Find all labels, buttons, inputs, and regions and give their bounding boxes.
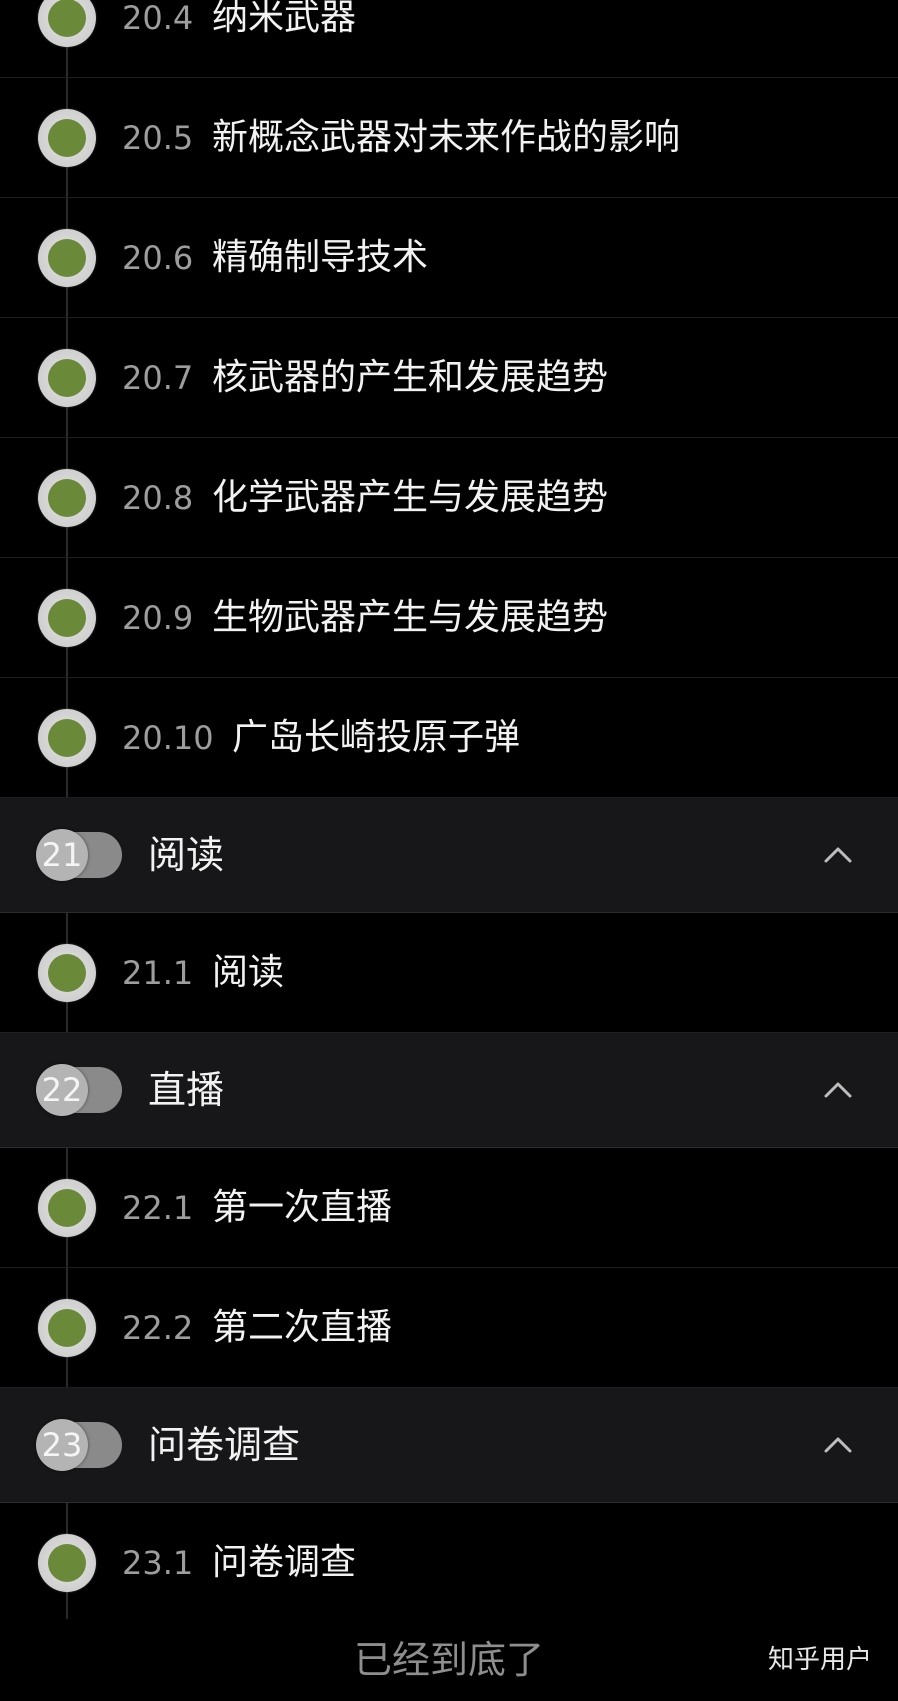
lesson-status-dot-icon — [38, 1299, 96, 1357]
lesson-title: 生物武器产生与发展趋势 — [212, 597, 609, 638]
chevron-up-icon[interactable] — [822, 1074, 854, 1106]
lesson-status-dot-icon — [38, 0, 96, 47]
lesson-status-dot-icon — [38, 589, 96, 647]
lesson-status-dot-icon — [38, 349, 96, 407]
chapter-list: 20.4 纳米武器 20.5 新概念武器对未来作战的影响 20.6 精确制导技术… — [0, 0, 898, 1623]
lesson-row[interactable]: 22.1 第一次直播 — [0, 1148, 898, 1268]
lesson-row[interactable]: 21.1 阅读 — [0, 913, 898, 1033]
section-title: 直播 — [148, 1068, 225, 1112]
section-header-22[interactable]: 22 直播 — [0, 1033, 898, 1148]
lesson-number: 20.8 — [122, 479, 194, 517]
lesson-title: 新概念武器对未来作战的影响 — [212, 117, 681, 158]
section-header-21[interactable]: 21 阅读 — [0, 798, 898, 913]
lesson-number: 20.6 — [122, 239, 194, 277]
lesson-number: 20.7 — [122, 359, 194, 397]
lesson-title: 核武器的产生和发展趋势 — [212, 357, 609, 398]
lesson-title: 阅读 — [212, 952, 285, 993]
lesson-status-dot-icon — [38, 109, 96, 167]
lesson-number: 20.5 — [122, 119, 194, 157]
lesson-row[interactable]: 20.4 纳米武器 — [0, 0, 898, 78]
list-footer: 已经到底了 知乎用户 — [0, 1619, 898, 1701]
lesson-title: 第二次直播 — [212, 1307, 393, 1348]
lesson-title: 纳米武器 — [212, 0, 357, 38]
lesson-row[interactable]: 20.6 精确制导技术 — [0, 198, 898, 318]
lesson-status-dot-icon — [38, 1534, 96, 1592]
section-header-23[interactable]: 23 问卷调查 — [0, 1388, 898, 1503]
lesson-title: 化学武器产生与发展趋势 — [212, 477, 609, 518]
lesson-title: 第一次直播 — [212, 1187, 393, 1228]
watermark: 知乎用户 — [767, 1645, 872, 1675]
lesson-number: 22.2 — [122, 1309, 194, 1347]
lesson-number: 20.4 — [122, 0, 194, 37]
lesson-title: 问卷调查 — [212, 1542, 357, 1583]
lesson-row[interactable]: 20.8 化学武器产生与发展趋势 — [0, 438, 898, 558]
lesson-title: 广岛长崎投原子弹 — [232, 717, 521, 758]
lesson-row[interactable]: 22.2 第二次直播 — [0, 1268, 898, 1388]
lesson-status-dot-icon — [38, 1179, 96, 1237]
lesson-number: 20.10 — [122, 719, 214, 757]
lesson-status-dot-icon — [38, 469, 96, 527]
lesson-row[interactable]: 20.7 核武器的产生和发展趋势 — [0, 318, 898, 438]
section-number-badge: 23 — [36, 1419, 88, 1471]
lesson-row[interactable]: 20.9 生物武器产生与发展趋势 — [0, 558, 898, 678]
lesson-number: 20.9 — [122, 599, 194, 637]
section-title: 问卷调查 — [148, 1423, 301, 1467]
end-of-list-text: 已经到底了 — [353, 1638, 544, 1682]
section-number-badge: 22 — [36, 1064, 88, 1116]
lesson-number: 22.1 — [122, 1189, 194, 1227]
lesson-row[interactable]: 23.1 问卷调查 — [0, 1503, 898, 1623]
lesson-title: 精确制导技术 — [212, 237, 429, 278]
chevron-up-icon[interactable] — [822, 1429, 854, 1461]
lesson-row[interactable]: 20.10 广岛长崎投原子弹 — [0, 678, 898, 798]
chevron-up-icon[interactable] — [822, 839, 854, 871]
lesson-row[interactable]: 20.5 新概念武器对未来作战的影响 — [0, 78, 898, 198]
lesson-number: 21.1 — [122, 954, 194, 992]
lesson-number: 23.1 — [122, 1544, 194, 1582]
lesson-status-dot-icon — [38, 229, 96, 287]
section-title: 阅读 — [148, 833, 225, 877]
lesson-status-dot-icon — [38, 944, 96, 1002]
section-number-badge: 21 — [36, 829, 88, 881]
lesson-status-dot-icon — [38, 709, 96, 767]
